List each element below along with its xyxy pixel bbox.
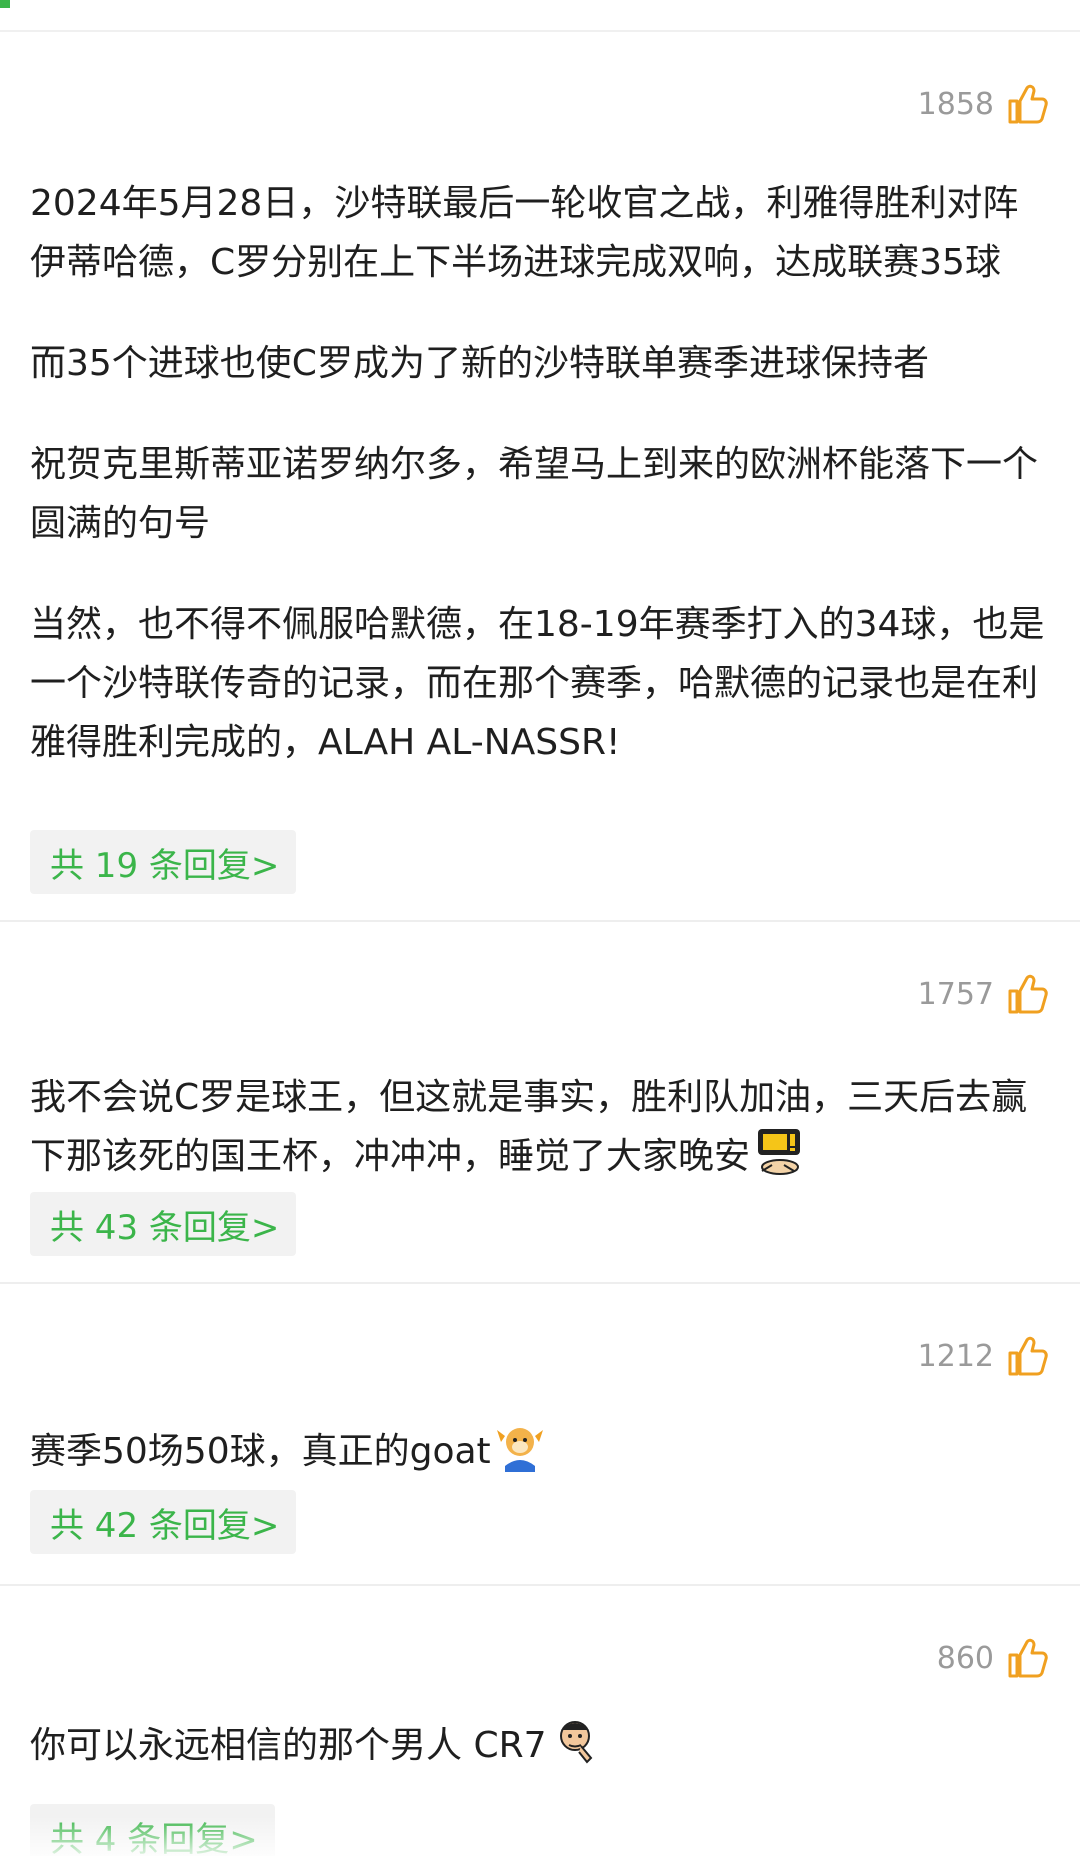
like-button[interactable]: 1858 (918, 80, 1050, 128)
comment-paragraph: 当然，也不得不佩服哈默德，在18-19年赛季打入的34球，也是一个沙特联传奇的记… (30, 604, 1045, 763)
thumbs-up-icon[interactable] (1006, 1636, 1050, 1680)
comment-text: 赛季50场50球，真正的goat (30, 1422, 1050, 1481)
comment-paragraph: 祝贺克里斯蒂亚诺罗纳尔多，希望马上到来的欧洲杯能落下一个圆满的句号 (30, 444, 1039, 544)
comment-body: 你可以永远相信的那个男人 CR7 (30, 1725, 547, 1766)
like-count: 860 (936, 1640, 994, 1676)
accent-mark (0, 0, 10, 8)
like-button[interactable]: 860 (937, 1634, 1050, 1682)
thumbs-up-icon[interactable] (1006, 82, 1050, 126)
comment-item: 1858 2024年5月28日，沙特联最后一轮收官之战，利雅得胜利对阵伊蒂哈德，… (0, 32, 1080, 922)
view-replies-button[interactable]: 共 42 条回复> (30, 1490, 297, 1554)
comment-body: 赛季50场50球，真正的goat (30, 1431, 491, 1472)
comment-feed: 1858 2024年5月28日，沙特联最后一轮收官之战，利雅得胜利对阵伊蒂哈德，… (0, 0, 1080, 1856)
bottom-fade (0, 1816, 1080, 1856)
shuang-emoji (754, 1127, 804, 1177)
comment-text: 我不会说C罗是球王，但这就是事实，胜利队加油，三天后去赢下那该死的国王杯，冲冲冲… (30, 1068, 1050, 1186)
comment-paragraph: 2024年5月28日，沙特联最后一轮收官之战，利雅得胜利对阵伊蒂哈德，C罗分别在… (30, 183, 1019, 283)
like-count: 1858 (917, 86, 994, 122)
view-replies-button[interactable]: 共 43 条回复> (30, 1192, 297, 1256)
like-button[interactable]: 1212 (918, 1332, 1050, 1380)
thumbs-up-icon[interactable] (1006, 972, 1050, 1016)
thumbs-up-icon[interactable] (1006, 1334, 1050, 1378)
comment-body: 我不会说C罗是球王，但这就是事实，胜利队加油，三天后去赢下那该死的国王杯，冲冲冲… (30, 1077, 1028, 1177)
comment-text: 你可以永远相信的那个男人 CR7 (30, 1716, 1050, 1775)
top-strip (0, 0, 1080, 32)
thinking-man-emoji (551, 1716, 601, 1766)
comment-text: 2024年5月28日，沙特联最后一轮收官之战，利雅得胜利对阵伊蒂哈德，C罗分别在… (30, 174, 1050, 772)
cheering-dog-emoji (495, 1422, 545, 1472)
like-count: 1212 (917, 1338, 994, 1374)
comment-item: 1212 赛季50场50球，真正的goat 共 42 条回复> (0, 1284, 1080, 1586)
view-replies-button[interactable]: 共 19 条回复> (30, 830, 297, 894)
like-count: 1757 (917, 976, 994, 1012)
comment-paragraph: 而35个进球也使C罗成为了新的沙特联单赛季进球保持者 (30, 343, 929, 384)
like-button[interactable]: 1757 (918, 970, 1050, 1018)
comment-item: 1757 我不会说C罗是球王，但这就是事实，胜利队加油，三天后去赢下那该死的国王… (0, 922, 1080, 1284)
